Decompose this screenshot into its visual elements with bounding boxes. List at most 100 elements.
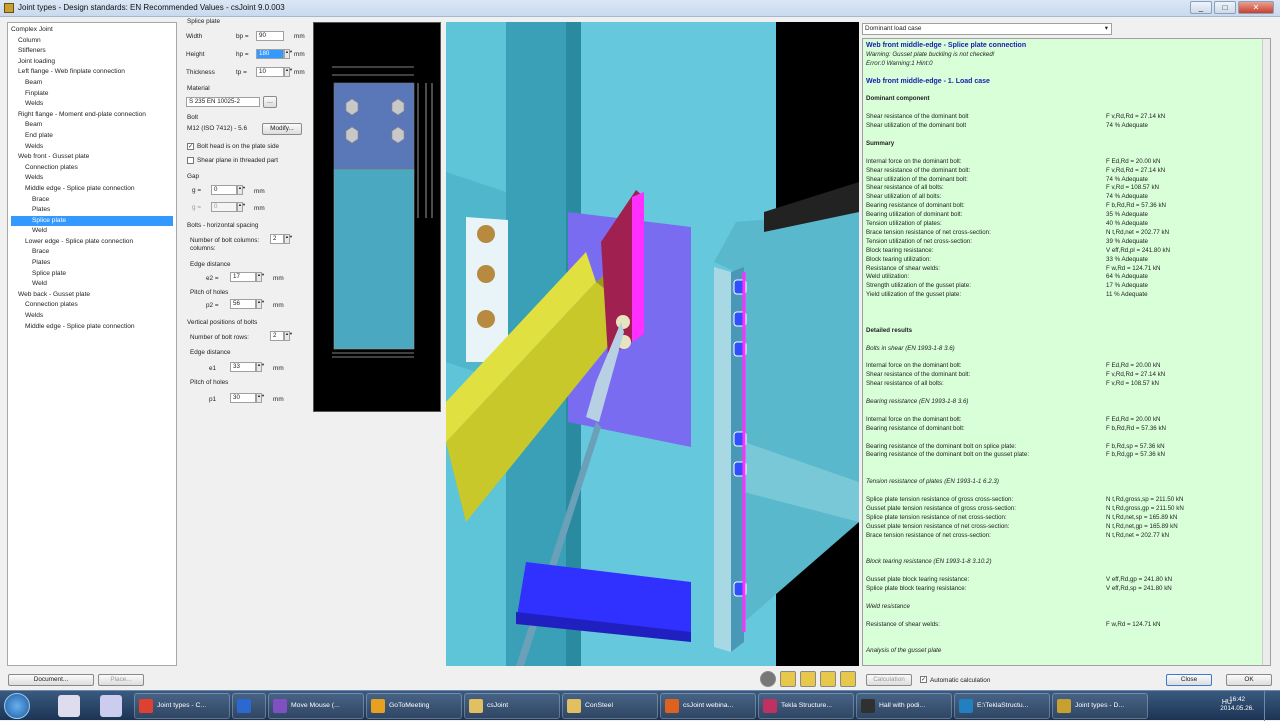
taskbar-item[interactable]: csJoint webina... — [660, 693, 756, 719]
view-icon-1[interactable] — [780, 671, 796, 687]
gap2-spinner[interactable]: ▲▼ — [237, 202, 246, 212]
p1-spinner[interactable]: ▲▼ — [256, 393, 265, 403]
tree-item[interactable]: Splice plate — [11, 269, 173, 280]
height-spinner[interactable]: ▲▼ — [284, 49, 293, 59]
clock[interactable]: 16:42 2014.05.26. — [1220, 695, 1254, 713]
minimize-button[interactable]: _ — [1190, 1, 1212, 14]
view-icon-4[interactable] — [840, 671, 856, 687]
e2-input[interactable]: 17 — [230, 272, 256, 282]
pinned-app-icon-1[interactable] — [58, 695, 80, 717]
result-label: Bearing resistance of the dominant bolt … — [866, 451, 1030, 459]
auto-calc-checkbox[interactable]: ✓ — [920, 676, 927, 683]
bolt-columns-spinner[interactable]: ▲▼ — [284, 234, 293, 244]
tree-item[interactable]: End plate — [11, 131, 173, 142]
p2-spinner[interactable]: ▲▼ — [256, 299, 265, 309]
p1-symbol: p1 — [209, 396, 217, 403]
result-label: Tension utilization of net cross-section… — [866, 237, 972, 245]
taskbar-item[interactable]: csJoint — [464, 693, 560, 719]
bolt-head-checkbox[interactable]: ✓ — [187, 143, 194, 150]
gap2-input[interactable]: 0 — [211, 202, 237, 212]
taskbar-item[interactable]: Move Mouse (... — [268, 693, 364, 719]
thickness-input[interactable]: 10 — [256, 67, 284, 77]
place-button[interactable]: Place... — [98, 674, 144, 686]
e1-input[interactable]: 33 — [230, 362, 256, 372]
tree-item[interactable]: Complex Joint — [11, 25, 173, 36]
show-desktop-button[interactable] — [1264, 691, 1278, 721]
width-input[interactable]: 90 — [256, 31, 284, 41]
result-label: Shear resistance of all bolts: — [866, 184, 944, 192]
tree-item[interactable]: Web back - Gusset plate — [11, 290, 173, 301]
tree-item[interactable]: Welds — [11, 99, 173, 110]
tree-item[interactable]: Connection plates — [11, 163, 173, 174]
tree-item[interactable]: Lower edge - Splice plate connection — [11, 237, 173, 248]
tree-item[interactable]: Connection plates — [11, 300, 173, 311]
tree-item[interactable]: Beam — [11, 120, 173, 131]
tree-item[interactable]: Brace — [11, 195, 173, 206]
taskbar-item[interactable]: E:\TeklaStructu... — [954, 693, 1050, 719]
material-browse-button[interactable]: … — [263, 96, 277, 108]
taskbar-item[interactable]: Hall with podi... — [856, 693, 952, 719]
load-case-dropdown[interactable]: Dominant load case ▾ — [862, 23, 1112, 35]
tree-item[interactable]: Welds — [11, 311, 173, 322]
joint-tree[interactable]: Complex Joint Column Stiffeners Joint loadi… — [7, 22, 177, 666]
tree-item[interactable]: Welds — [11, 142, 173, 153]
taskbar-item[interactable] — [232, 693, 266, 719]
taskbar-item[interactable]: Joint types - C... — [134, 693, 230, 719]
render-mode-icon[interactable] — [760, 671, 776, 687]
result-value: V eff,Rd,pl = 241.80 kN — [1106, 246, 1171, 254]
tree-item[interactable]: Beam — [11, 78, 173, 89]
document-button[interactable]: Document... — [8, 674, 94, 686]
tree-item[interactable]: Web front - Gusset plate — [11, 152, 173, 163]
maximize-button[interactable]: □ — [1214, 1, 1236, 14]
gap1-input[interactable]: 0 — [211, 185, 237, 195]
pinned-app-icon-2[interactable] — [100, 695, 122, 717]
shear-plane-checkbox[interactable] — [187, 157, 194, 164]
e1-spinner[interactable]: ▲▼ — [256, 362, 265, 372]
calculation-button[interactable]: Calculation — [866, 674, 912, 686]
results-scrollbar[interactable] — [1262, 39, 1270, 665]
tree-item[interactable]: Joint loading — [11, 57, 173, 68]
taskbar-item[interactable]: GoToMeeting — [366, 693, 462, 719]
taskbar-item[interactable]: ConSteel — [562, 693, 658, 719]
taskbar-item[interactable]: Joint types - D... — [1052, 693, 1148, 719]
tree-item[interactable]: Left flange - Web finplate connection — [11, 67, 173, 78]
height-input[interactable]: 180 — [256, 49, 284, 59]
tree-item[interactable]: Plates — [11, 258, 173, 269]
tree-item[interactable]: Middle edge - Splice plate connection — [11, 322, 173, 333]
bolt-rows-input[interactable]: 2 — [270, 331, 284, 341]
view-icon-3[interactable] — [820, 671, 836, 687]
tree-item[interactable]: Right flange - Moment end-plate connecti… — [11, 110, 173, 121]
tree-item[interactable]: Middle edge - Splice plate connection — [11, 184, 173, 195]
e1-unit: mm — [273, 365, 284, 372]
bolt-rows-spinner[interactable]: ▲▼ — [284, 331, 293, 341]
3d-joint-view[interactable] — [446, 22, 859, 666]
tree-item[interactable]: Plates — [11, 205, 173, 216]
tree-item[interactable]: Stiffeners — [11, 46, 173, 57]
thickness-spinner[interactable]: ▲▼ — [284, 67, 293, 77]
taskbar-item[interactable]: Tekla Structure... — [758, 693, 854, 719]
material-select[interactable]: S 235 EN 10025-2 — [186, 97, 260, 107]
tree-item[interactable]: Welds — [11, 173, 173, 184]
result-label: Internal force on the dominant bolt: — [866, 415, 962, 423]
vertical-positions-title: Vertical positions of bolts — [187, 319, 258, 326]
start-button[interactable] — [4, 693, 30, 719]
p2-input[interactable]: 56 — [230, 299, 256, 309]
result-value: F v,Rd = 108.57 kN — [1106, 184, 1160, 192]
e2-spinner[interactable]: ▲▼ — [256, 272, 265, 282]
modify-bolt-button[interactable]: Modify... — [262, 123, 302, 135]
3d-model-canvas — [446, 22, 859, 666]
ok-button[interactable]: OK — [1226, 674, 1272, 686]
close-button[interactable]: Close — [1166, 674, 1212, 686]
view-icon-2[interactable] — [800, 671, 816, 687]
p1-input[interactable]: 30 — [230, 393, 256, 403]
tree-item[interactable]: Weld — [11, 226, 173, 237]
tree-item[interactable]: Column — [11, 36, 173, 47]
gap1-spinner[interactable]: ▲▼ — [237, 185, 246, 195]
bolt-columns-input[interactable]: 2 — [270, 234, 284, 244]
close-window-button[interactable]: ✕ — [1238, 1, 1274, 14]
width-symbol: bp = — [236, 33, 249, 40]
tree-item[interactable]: Splice plate — [11, 215, 173, 227]
tree-item[interactable]: Finplate — [11, 89, 173, 100]
tree-item[interactable]: Brace — [11, 247, 173, 258]
tree-item[interactable]: Weld — [11, 279, 173, 290]
